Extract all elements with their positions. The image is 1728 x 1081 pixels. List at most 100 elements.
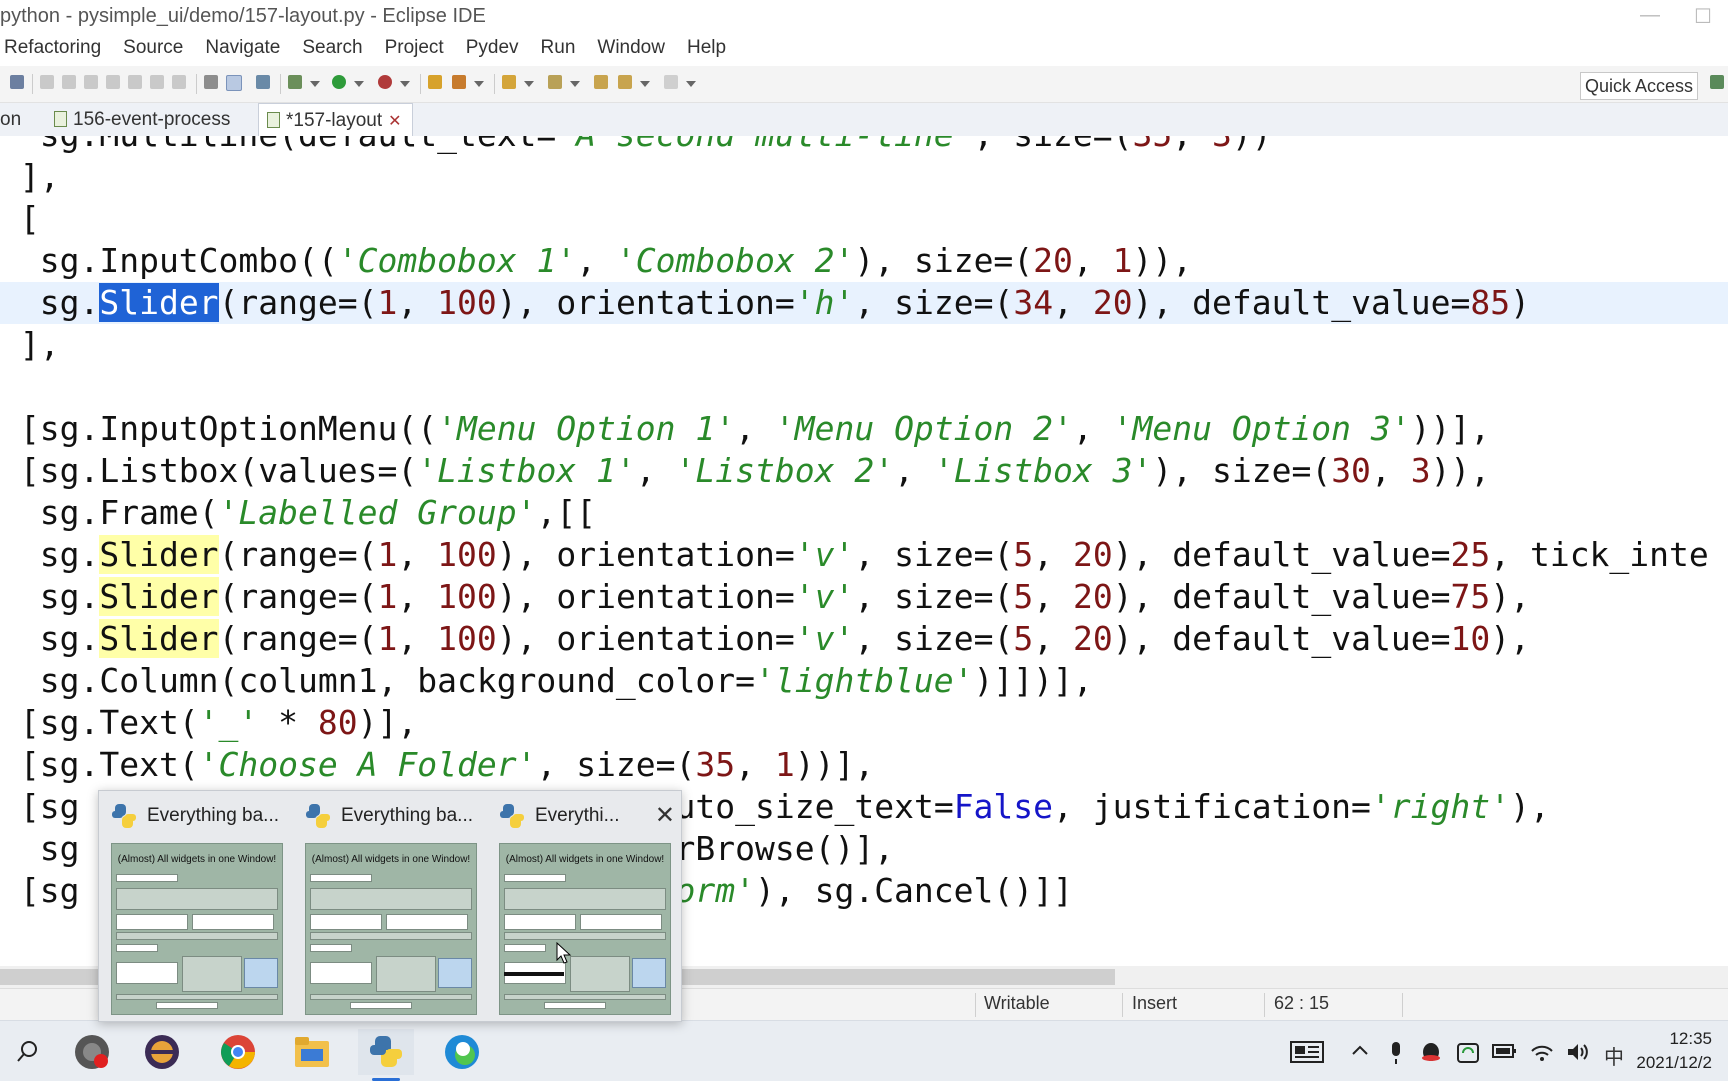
wand-dropdown-icon[interactable] [474,81,484,87]
quick-access-field[interactable]: Quick Access [1580,72,1698,100]
python-icon [112,804,136,828]
qq-icon[interactable] [1420,1041,1442,1070]
menu-pydev[interactable]: Pydev [466,34,519,66]
back-dropdown-icon[interactable] [640,81,650,87]
wand-icon[interactable] [452,75,466,89]
code-line: sg.Slider(range=(1, 100), orientation='v… [0,577,1530,616]
code-line: sg.Frame('Labelled Group',[[ [0,493,597,532]
code-line: sg.Column(column1, background_color='lig… [0,661,1093,700]
minimize-button[interactable]: — [1640,4,1660,27]
back-icon[interactable] [618,75,632,89]
run-dropdown-icon[interactable] [354,81,364,87]
search-icon[interactable] [0,1029,56,1075]
step-into-icon[interactable] [128,75,142,89]
code-line: sg.Slider(range=(1, 100), orientation='v… [0,619,1530,658]
python-file-icon [267,112,280,128]
step-over-icon[interactable] [150,75,164,89]
menu-help[interactable]: Help [687,34,726,66]
window-title: python - pysimple_ui/demo/157-layout.py … [0,5,486,27]
toolbar [0,66,1728,103]
menu-run[interactable]: Run [541,34,576,66]
tab-156-event-process[interactable]: 156-event-process [54,103,230,136]
tab-157-layout[interactable]: *157-layout ✕ [258,103,413,137]
next-annotation-icon[interactable] [502,75,516,89]
next-annotation-dropdown-icon[interactable] [524,81,534,87]
screen-recorder-icon[interactable] [64,1029,120,1075]
forward-icon[interactable] [664,75,678,89]
volume-icon[interactable] [1566,1041,1590,1068]
thumbnail-title: Everything ba... [147,805,280,826]
thumbnail-window-1[interactable]: Everything ba... (Almost) All widgets in… [99,791,293,1021]
external-tools-dropdown-icon[interactable] [400,81,410,87]
show-whitespace-icon[interactable] [256,75,270,89]
clock-date: 2021/12/2 [1636,1053,1712,1072]
taskbar: 中 12:35 2021/12/2 [0,1020,1728,1081]
status-insert-mode: Insert [1132,993,1178,1013]
eclipse-ide-icon[interactable] [134,1029,190,1075]
word-wrap-icon[interactable] [204,75,218,89]
menu-source[interactable]: Source [123,34,183,66]
terminate-icon[interactable] [84,75,98,89]
ime-indicator[interactable]: 中 [1604,1041,1624,1070]
close-tab-icon[interactable]: ✕ [388,113,401,130]
status-cursor-position: 62 : 15 [1274,993,1330,1013]
thumbnail-window-3[interactable]: Everythi... ✕ (Almost) All widgets in on… [487,791,681,1021]
suspend-icon[interactable] [62,75,76,89]
chrome-icon[interactable] [210,1029,266,1075]
editor-tab-row: on 156-event-process *157-layout ✕ [0,103,1728,137]
mark-occurrences-icon[interactable] [226,75,242,91]
menu-search[interactable]: Search [302,34,362,66]
news-icon[interactable] [1290,1041,1324,1068]
clock[interactable]: 12:35 2021/12/2 [1636,1027,1712,1075]
debug-dropdown-icon[interactable] [310,81,320,87]
python-taskbar-icon[interactable] [358,1029,414,1081]
edge-icon[interactable] [434,1029,490,1075]
battery-icon[interactable] [1492,1041,1518,1066]
code-line: [ [0,199,40,238]
resume-icon[interactable] [40,75,54,89]
maximize-button[interactable]: ☐ [1694,4,1712,29]
window-preview: (Almost) All widgets in one Window! [111,843,283,1015]
thumbnail-title: Everythi... [535,805,620,826]
wifi-icon[interactable] [1530,1041,1554,1068]
code-line: ], [0,325,60,364]
console-icon[interactable] [10,75,24,89]
debug-icon[interactable] [288,75,302,89]
menu-bar: Refactoring Source Navigate Search Proje… [0,34,1728,66]
sync-icon[interactable] [1456,1041,1480,1070]
last-edit-location-icon[interactable] [594,75,608,89]
file-explorer-icon[interactable] [284,1029,340,1075]
python-icon [306,804,330,828]
previous-annotation-icon[interactable] [548,75,562,89]
code-line: sg.Slider(range=(1, 100), orientation='v… [0,535,1709,574]
previous-annotation-dropdown-icon[interactable] [570,81,580,87]
step-return-icon[interactable] [172,75,186,89]
open-perspective-icon[interactable] [1710,75,1724,89]
open-folder-icon[interactable] [428,75,442,89]
menu-refactoring[interactable]: Refactoring [4,34,101,66]
close-icon[interactable]: ✕ [655,801,675,830]
menu-window[interactable]: Window [597,34,665,66]
code-line: ], [0,157,60,196]
python-file-icon [54,111,67,127]
title-bar: python - pysimple_ui/demo/157-layout.py … [0,0,1728,34]
tab-partial[interactable]: on [0,103,21,136]
code-line: sg.Multiline(default_text='A second mult… [0,136,1728,156]
code-line: [sg.Text('_' * 80)], [0,703,418,742]
disconnect-icon[interactable] [106,75,120,89]
code-line: [sg.Listbox(values=('Listbox 1', 'Listbo… [0,451,1491,490]
taskbar-thumbnail-popup: Everything ba... (Almost) All widgets in… [98,790,682,1022]
forward-dropdown-icon[interactable] [686,81,696,87]
microphone-icon[interactable] [1388,1041,1404,1070]
code-line: [sg.Text('Choose A Folder', size=(35, 1)… [0,745,875,784]
python-icon [500,804,524,828]
code-line: sg.InputCombo(('Combobox 1', 'Combobox 2… [0,241,1193,280]
thumbnail-window-2[interactable]: Everything ba... (Almost) All widgets in… [293,791,487,1021]
chevron-up-icon[interactable] [1350,1041,1370,1066]
mouse-cursor-icon [556,942,572,964]
external-tools-icon[interactable] [378,75,392,89]
code-line: [sg.InputOptionMenu(('Menu Option 1', 'M… [0,409,1491,448]
menu-navigate[interactable]: Navigate [205,34,280,66]
run-icon[interactable] [332,75,346,89]
menu-project[interactable]: Project [385,34,444,66]
